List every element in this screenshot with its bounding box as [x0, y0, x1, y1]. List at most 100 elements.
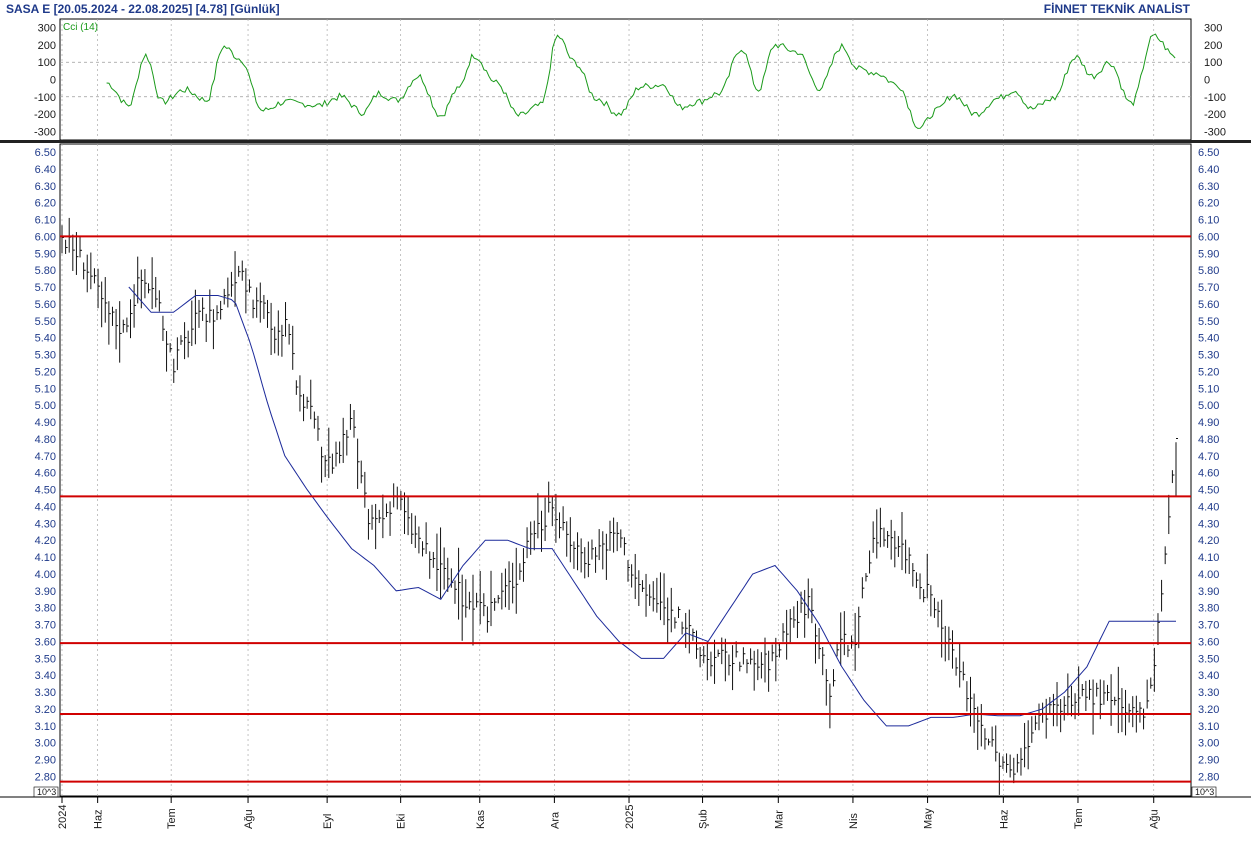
scale-note-left: 10^3 — [37, 787, 56, 797]
cci-tick-label: -100 — [34, 92, 56, 104]
price-tick-label: 4.10 — [1198, 552, 1219, 564]
price-tick-label: 4.00 — [35, 569, 56, 581]
price-tick-label: 2.80 — [1198, 772, 1219, 784]
price-tick-label: 5.00 — [1198, 400, 1219, 412]
price-tick-label: 5.10 — [1198, 383, 1219, 395]
price-tick-label: 4.20 — [35, 535, 56, 547]
panel-separator — [0, 140, 1251, 143]
price-tick-label: 4.40 — [35, 501, 56, 513]
x-axis-labels: 2024 Haz Tem Ağu Eyl Eki Kas Ara 2025 Şub Mar Nis Ma… — [57, 797, 1161, 829]
price-tick-label: 5.00 — [35, 400, 56, 412]
price-tick-label: 3.20 — [35, 704, 56, 716]
price-tick-label: 5.80 — [35, 265, 56, 277]
price-tick-label: 6.10 — [1198, 215, 1219, 227]
price-tick-label: 6.20 — [1198, 198, 1219, 210]
x-axis-label: Ara — [549, 811, 561, 829]
price-tick-label: 4.50 — [35, 485, 56, 497]
price-y-axis-right: 6.50 6.40 6.30 6.20 6.10 6.00 5.90 5.80 5.70 5.60… — [1198, 147, 1219, 784]
scale-note-right: 10^3 — [1195, 787, 1214, 797]
x-axis-label: Haz — [998, 809, 1010, 829]
cci-tick-label: -300 — [1204, 126, 1226, 138]
price-tick-label: 3.50 — [35, 653, 56, 665]
price-tick-label: 3.10 — [35, 721, 56, 733]
price-tick-label: 5.20 — [1198, 366, 1219, 378]
cci-tick-label: 300 — [1204, 23, 1222, 35]
price-tick-label: 5.50 — [1198, 316, 1219, 328]
price-tick-label: 3.30 — [35, 687, 56, 699]
price-tick-label: 3.40 — [1198, 670, 1219, 682]
price-tick-label: 6.30 — [35, 181, 56, 193]
price-tick-label: 5.60 — [35, 299, 56, 311]
price-tick-label: 5.30 — [1198, 350, 1219, 362]
price-tick-label: 3.10 — [1198, 721, 1219, 733]
cci-y-axis-right: 300 200 100 0 -100 -200 -300 — [1204, 23, 1226, 139]
price-tick-label: 4.60 — [35, 468, 56, 480]
price-tick-label: 6.00 — [35, 231, 56, 243]
price-tick-label: 3.40 — [35, 670, 56, 682]
price-tick-label: 5.70 — [35, 282, 56, 294]
price-tick-label: 4.40 — [1198, 501, 1219, 513]
x-axis-label: 2024 — [57, 805, 69, 829]
price-tick-label: 4.30 — [1198, 518, 1219, 530]
price-tick-label: 5.20 — [35, 366, 56, 378]
price-tick-label: 6.10 — [35, 215, 56, 227]
price-tick-label: 5.90 — [1198, 248, 1219, 260]
x-axis-label: May — [923, 808, 935, 829]
chart-title: SASA E [20.05.2024 - 22.08.2025] [4.78] … — [6, 2, 280, 16]
x-axis-label: Eki — [396, 814, 408, 829]
price-tick-label: 3.00 — [1198, 738, 1219, 750]
price-tick-label: 2.90 — [1198, 755, 1219, 767]
price-tick-label: 5.90 — [35, 248, 56, 260]
price-tick-label: 5.30 — [35, 350, 56, 362]
cci-y-axis-left: 300 200 100 0 -100 -200 -300 — [34, 23, 56, 139]
cci-tick-label: -300 — [34, 126, 56, 138]
price-tick-label: 3.20 — [1198, 704, 1219, 716]
price-tick-label: 4.30 — [35, 518, 56, 530]
price-tick-label: 4.60 — [1198, 468, 1219, 480]
price-tick-label: 4.50 — [1198, 485, 1219, 497]
cci-tick-label: 0 — [1204, 75, 1210, 87]
price-tick-label: 3.60 — [1198, 636, 1219, 648]
price-tick-label: 4.00 — [1198, 569, 1219, 581]
price-tick-label: 3.30 — [1198, 687, 1219, 699]
price-tick-label: 4.70 — [1198, 451, 1219, 463]
price-tick-label: 4.20 — [1198, 535, 1219, 547]
price-tick-label: 4.90 — [35, 417, 56, 429]
cci-tick-label: 200 — [38, 40, 56, 52]
price-tick-label: 3.70 — [1198, 620, 1219, 632]
price-tick-label: 5.50 — [35, 316, 56, 328]
price-tick-label: 4.70 — [35, 451, 56, 463]
x-axis-label: Ağu — [1149, 809, 1161, 829]
price-tick-label: 4.80 — [1198, 434, 1219, 446]
cci-tick-label: -100 — [1204, 92, 1226, 104]
cci-tick-label: 200 — [1204, 40, 1222, 52]
cci-legend: Cci (14) — [63, 22, 98, 33]
price-tick-label: 5.60 — [1198, 299, 1219, 311]
price-tick-label: 6.40 — [1198, 164, 1219, 176]
price-tick-label: 3.60 — [35, 636, 56, 648]
price-tick-label: 5.80 — [1198, 265, 1219, 277]
price-tick-label: 5.40 — [35, 333, 56, 345]
price-tick-label: 3.80 — [1198, 603, 1219, 615]
price-panel — [59, 143, 1192, 797]
x-axis-label: Kas — [475, 810, 487, 829]
cci-panel — [59, 18, 1192, 141]
x-axis-label: 2025 — [624, 805, 636, 829]
price-tick-label: 3.80 — [35, 603, 56, 615]
price-y-axis-left: 6.50 6.40 6.30 6.20 6.10 6.00 5.90 5.80 5.70 5.60… — [35, 147, 56, 784]
cci-tick-label: 300 — [38, 23, 56, 35]
x-axis-label: Eyl — [322, 814, 334, 829]
brand-label: FİNNET TEKNİK ANALİST — [1044, 1, 1191, 16]
price-tick-label: 3.00 — [35, 738, 56, 750]
price-tick-label: 2.90 — [35, 755, 56, 767]
cci-tick-label: 100 — [1204, 57, 1222, 69]
x-axis-label: Tem — [1073, 808, 1085, 829]
x-axis-label: Haz — [93, 809, 105, 829]
price-tick-label: 5.40 — [1198, 333, 1219, 345]
cci-tick-label: -200 — [1204, 109, 1226, 121]
cci-tick-label: -200 — [34, 109, 56, 121]
price-tick-label: 4.10 — [35, 552, 56, 564]
price-tick-label: 5.10 — [35, 383, 56, 395]
x-axis-label: Şub — [698, 809, 710, 829]
price-tick-label: 6.00 — [1198, 231, 1219, 243]
